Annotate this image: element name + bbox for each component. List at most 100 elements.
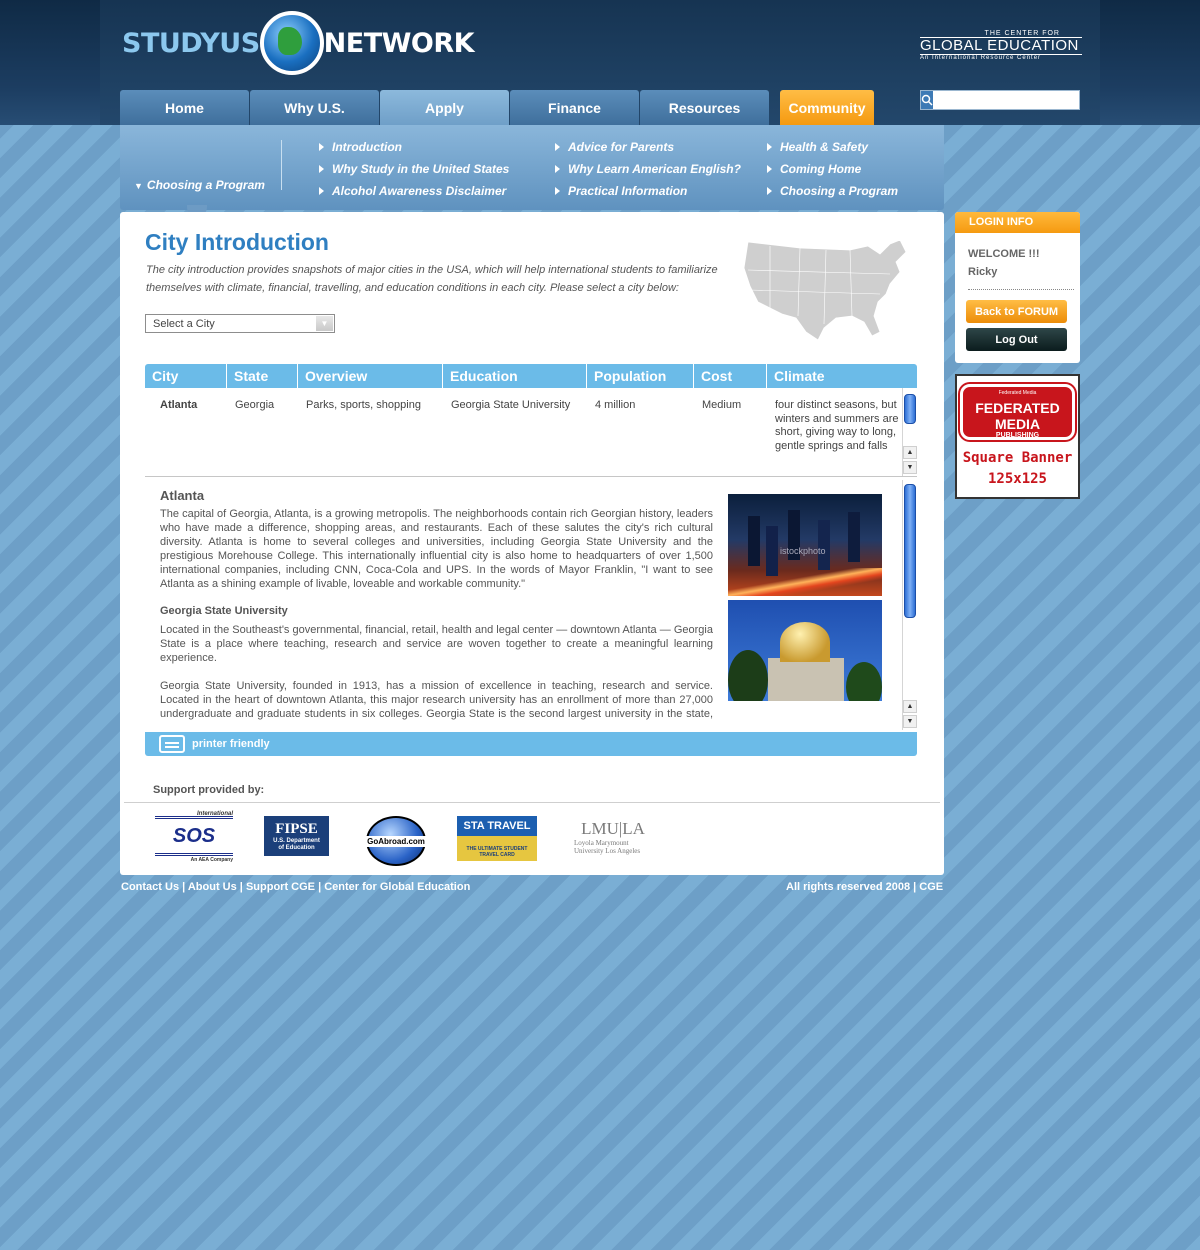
banner-brand: FEDERATED MEDIA (975, 400, 1060, 432)
sponsor-fipse-text: FIPSE (275, 820, 318, 837)
table-row[interactable]: Atlanta Georgia Parks, sports, shopping … (145, 388, 902, 476)
caret-down-icon: ▼ (134, 181, 143, 191)
subnav-link-why-english[interactable]: Why Learn American English? (555, 158, 741, 180)
subnav-link-choosing[interactable]: Choosing a Program (767, 180, 898, 202)
search-icon[interactable] (921, 91, 933, 109)
col-header-climate[interactable]: Climate (767, 364, 917, 388)
subnav-link-why-study[interactable]: Why Study in the United States (319, 158, 509, 180)
subnav-link-alcohol[interactable]: Alcohol Awareness Disclaimer (319, 180, 509, 202)
footer-rights: All rights reserved 2008 | CGE (786, 881, 944, 893)
tree-left (728, 650, 768, 701)
capitol-base (768, 658, 844, 701)
col-header-population[interactable]: Population (587, 364, 694, 388)
usa-map-image (743, 239, 907, 341)
banner-text: Square Banner 125x125 (957, 448, 1078, 490)
scroll-down-icon[interactable]: ▼ (903, 715, 917, 728)
support-divider (124, 802, 940, 803)
col-header-education[interactable]: Education (443, 364, 587, 388)
subnav-divider (281, 140, 282, 190)
printer-icon[interactable] (159, 735, 185, 753)
banner-line2: 125x125 (987, 471, 1047, 487)
table-scroll-thumb[interactable] (904, 394, 916, 424)
main-nav: Home Why U.S. Apply Finance Resources Co… (120, 90, 875, 125)
sponsor-fipse-logo[interactable]: FIPSE U.S. Department of Education (264, 816, 329, 856)
logo-text-study: STUDYUS (122, 27, 260, 59)
login-box: LOGIN INFO WELCOME !!! Ricky Back to FOR… (955, 212, 1080, 363)
subnav-current-label: Choosing a Program (146, 178, 265, 192)
city-select[interactable]: Select a City ▼ (145, 314, 335, 333)
partner-logo-line3: An International Resource Center (920, 55, 1042, 61)
subnav-col-3: Health & Safety Coming Home Choosing a P… (767, 136, 898, 202)
tab-why-us[interactable]: Why U.S. (250, 90, 379, 125)
scroll-up-icon[interactable]: ▲ (903, 446, 917, 459)
chevron-down-icon[interactable]: ▼ (316, 316, 333, 331)
sponsor-lmu-sub: Loyola Marymount University Los Angeles (574, 839, 641, 855)
login-welcome: WELCOME !!! Ricky (968, 245, 1039, 281)
tab-home[interactable]: Home (120, 90, 249, 125)
tab-resources[interactable]: Resources (640, 90, 769, 125)
cell-population: 4 million (595, 399, 636, 411)
printer-friendly-link[interactable]: printer friendly (192, 738, 270, 750)
col-header-overview[interactable]: Overview (298, 364, 443, 388)
photo-watermark: istockphoto (780, 546, 826, 556)
logout-button[interactable]: Log Out (966, 328, 1067, 351)
detail-city-title: Atlanta (160, 488, 205, 503)
sponsor-sta-text: STA TRAVEL (463, 819, 531, 832)
sponsor-sta-sub: THE ULTIMATE STUDENT TRAVEL CARD (466, 845, 528, 858)
logo-text-network: NETWORK (323, 27, 475, 59)
partner-logo-line1: THE CENTER FOR (984, 30, 1060, 37)
col-header-state[interactable]: State (227, 364, 298, 388)
table-separator (145, 476, 917, 477)
tab-finance[interactable]: Finance (510, 90, 639, 125)
sponsor-lmu-logo[interactable]: LMU|LA Loyola Marymount University Los A… (574, 816, 652, 858)
cell-city: Atlanta (160, 399, 198, 411)
col-header-city[interactable]: City (145, 364, 227, 388)
city-select-value: Select a City (153, 318, 215, 330)
scroll-down-icon[interactable]: ▼ (903, 461, 917, 474)
col-header-cost[interactable]: Cost (694, 364, 767, 388)
sponsor-sta-logo[interactable]: STA TRAVEL THE ULTIMATE STUDENT TRAVEL C… (457, 816, 537, 861)
footer-link-cge[interactable]: Center for Global Education (324, 881, 470, 893)
detail-uni-text-2: Georgia State University, founded in 191… (160, 680, 713, 720)
login-divider (968, 289, 1074, 290)
back-to-forum-button[interactable]: Back to FORUM (966, 300, 1067, 323)
sponsor-fipse-sub: U.S. Department of Education (273, 837, 320, 851)
sponsor-sos-text: SOS (172, 824, 216, 847)
subnav-link-introduction[interactable]: Introduction (319, 136, 509, 158)
main-panel: City Introduction The city introduction … (120, 212, 944, 875)
partner-logo[interactable]: THE CENTER FOR GLOBAL EDUCATION An Inter… (920, 30, 1082, 66)
printer-friendly-bar[interactable]: printer friendly (145, 732, 917, 756)
page-title: City Introduction (145, 229, 329, 255)
login-header: LOGIN INFO (955, 212, 1080, 233)
subnav: ▼ Choosing a Program Introduction Why Stu… (120, 125, 944, 217)
footer-link-about[interactable]: About Us (188, 881, 237, 893)
site-logo[interactable]: STUDYUS NETWORK (122, 8, 475, 78)
cell-overview: Parks, sports, shopping (306, 399, 421, 411)
subnav-link-practical[interactable]: Practical Information (555, 180, 741, 202)
skyline-buildings (748, 516, 760, 566)
ad-banner[interactable]: Federated Media FEDERATED MEDIA PUBLISHI… (955, 374, 1080, 499)
search-box (920, 90, 1080, 110)
sponsor-lmu-text: LMU|LA (581, 819, 645, 838)
sponsor-sos-logo[interactable]: International SOS An AEA Company (155, 811, 233, 863)
scroll-up-icon[interactable]: ▲ (903, 700, 917, 713)
banner-sub: PUBLISHING (995, 432, 1040, 439)
search-input[interactable] (933, 91, 1079, 109)
tab-apply[interactable]: Apply (380, 90, 509, 125)
globe-icon (259, 11, 324, 75)
tab-community[interactable]: Community (780, 90, 874, 125)
partner-logo-line2: GLOBAL EDUCATION (920, 37, 1082, 55)
detail-uni-title: Georgia State University (160, 605, 288, 617)
subnav-current[interactable]: ▼ Choosing a Program (134, 178, 265, 192)
subnav-link-health[interactable]: Health & Safety (767, 136, 898, 158)
detail-scrollbar[interactable]: ▲ ▼ (902, 480, 917, 730)
footer-link-contact[interactable]: Contact Us (121, 881, 179, 893)
subnav-link-coming-home[interactable]: Coming Home (767, 158, 898, 180)
capitol-dome (780, 622, 830, 662)
detail-scroll-thumb[interactable] (904, 484, 916, 618)
sponsor-goabroad-logo[interactable]: GoAbroad.com (365, 816, 427, 866)
banner-top: Federated Media (998, 390, 1037, 396)
subnav-link-advice-parents[interactable]: Advice for Parents (555, 136, 741, 158)
footer-link-support[interactable]: Support CGE (246, 881, 315, 893)
table-scrollbar[interactable]: ▲ ▼ (902, 388, 917, 476)
